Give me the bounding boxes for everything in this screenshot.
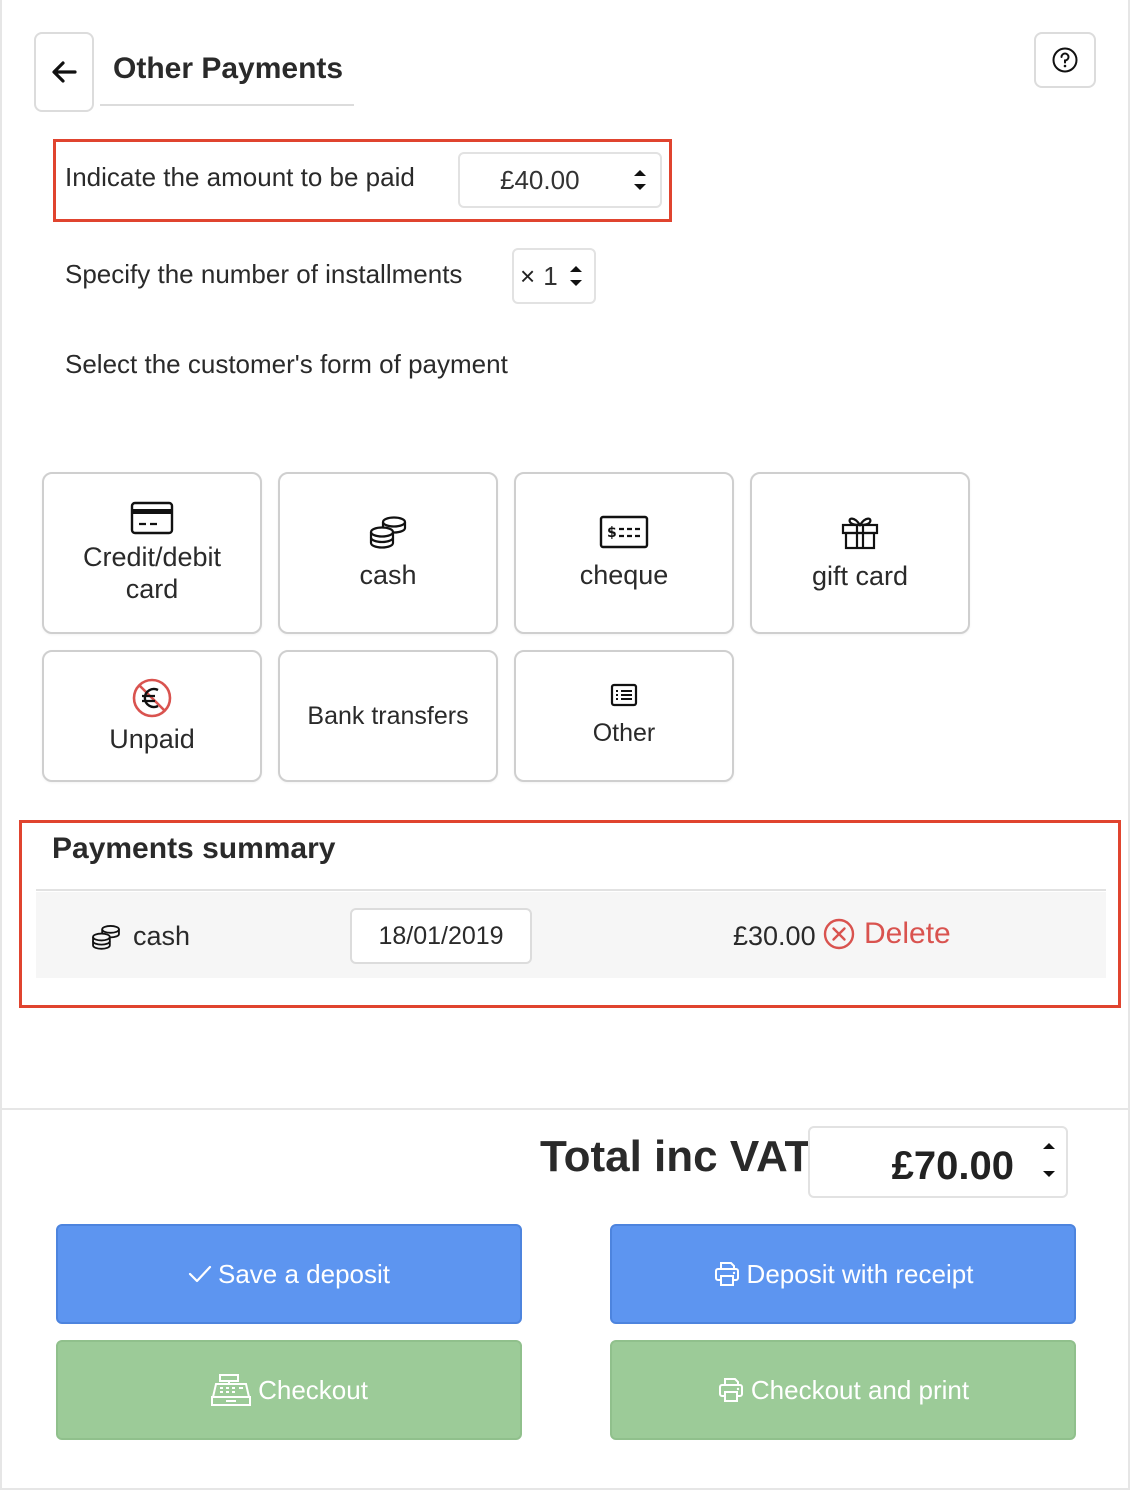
credit-card-icon	[130, 501, 174, 535]
printer-icon	[714, 1262, 739, 1286]
coins-icon	[369, 516, 407, 549]
page-title: Other Payments	[100, 44, 354, 106]
delete-button[interactable]: Delete	[822, 917, 951, 951]
summary-date-field[interactable]: 18/01/2019	[350, 908, 532, 964]
amount-value: £40.00	[500, 164, 580, 195]
payment-method-label: cheque	[579, 560, 669, 590]
amount-stepper-arrows[interactable]	[626, 169, 654, 191]
installments-stepper[interactable]: × 1	[512, 248, 596, 304]
payment-method-label: Credit/debit card	[82, 542, 222, 604]
total-stepper[interactable]: £70.00	[808, 1126, 1068, 1198]
payment-method-other[interactable]: Other	[514, 650, 734, 782]
caret-down-icon[interactable]	[569, 279, 583, 287]
deposit-with-receipt-label: Deposit with receipt	[746, 1258, 974, 1289]
payment-method-label: Other	[592, 719, 656, 747]
checkout-button[interactable]: Checkout	[56, 1340, 522, 1440]
deposit-with-receipt-button[interactable]: Deposit with receipt	[610, 1224, 1076, 1324]
amount-label: Indicate the amount to be paid	[65, 162, 415, 192]
payment-method-gift-card[interactable]: gift card	[750, 472, 970, 634]
payment-method-label: cash	[359, 560, 417, 590]
no-euro-icon	[132, 678, 172, 718]
installments-prefix: ×	[520, 260, 536, 291]
caret-up-icon[interactable]	[633, 169, 647, 177]
payment-method-cash[interactable]: cash	[278, 472, 498, 634]
close-circle-icon	[823, 918, 855, 950]
installments-value: 1	[543, 260, 558, 291]
help-icon	[1052, 47, 1078, 73]
payment-method-label: Bank transfers	[307, 702, 469, 730]
list-icon	[610, 683, 638, 707]
summary-method: cash	[133, 921, 191, 951]
checkout-and-print-button[interactable]: Checkout and print	[610, 1340, 1076, 1440]
checkout-and-print-label: Checkout and print	[750, 1374, 970, 1405]
back-button[interactable]	[34, 32, 94, 112]
payment-method-credit-card[interactable]: Credit/debit card	[42, 472, 262, 634]
payment-method-cheque[interactable]: $ cheque	[514, 472, 734, 634]
delete-label: Delete	[864, 917, 951, 950]
checkout-label: Checkout	[258, 1374, 368, 1405]
caret-up-icon[interactable]	[1042, 1142, 1056, 1150]
printer-icon	[718, 1378, 743, 1402]
save-deposit-label: Save a deposit	[217, 1258, 390, 1289]
payment-method-label: Unpaid	[109, 724, 195, 754]
payment-method-bank-transfers[interactable]: Bank transfers	[278, 650, 498, 782]
caret-down-icon[interactable]	[1042, 1170, 1056, 1178]
summary-title: Payments summary	[52, 832, 336, 865]
help-button[interactable]	[1034, 32, 1096, 88]
arrow-left-icon	[52, 61, 77, 83]
total-stepper-arrows[interactable]	[1042, 1142, 1056, 1178]
footer-divider	[2, 1108, 1128, 1110]
save-deposit-button[interactable]: Save a deposit	[56, 1224, 522, 1324]
payment-form-label: Select the customer's form of payment	[65, 349, 508, 379]
total-label: Total inc VAT	[540, 1132, 812, 1181]
cheque-icon: $	[599, 515, 649, 549]
caret-down-icon[interactable]	[633, 183, 647, 191]
payment-method-unpaid[interactable]: Unpaid	[42, 650, 262, 782]
installments-label: Specify the number of installments	[65, 259, 463, 289]
cash-register-icon	[211, 1374, 252, 1406]
check-icon	[188, 1265, 212, 1283]
gift-icon	[841, 517, 879, 550]
caret-up-icon[interactable]	[569, 265, 583, 273]
summary-amount: £30.00	[733, 921, 816, 951]
svg-text:$: $	[607, 525, 617, 541]
payment-method-label: gift card	[811, 561, 909, 591]
total-value: £70.00	[891, 1144, 1014, 1188]
summary-divider	[36, 889, 1106, 891]
coins-icon	[92, 925, 120, 950]
amount-stepper[interactable]: £40.00	[458, 152, 662, 208]
installments-stepper-arrows[interactable]	[562, 265, 590, 287]
